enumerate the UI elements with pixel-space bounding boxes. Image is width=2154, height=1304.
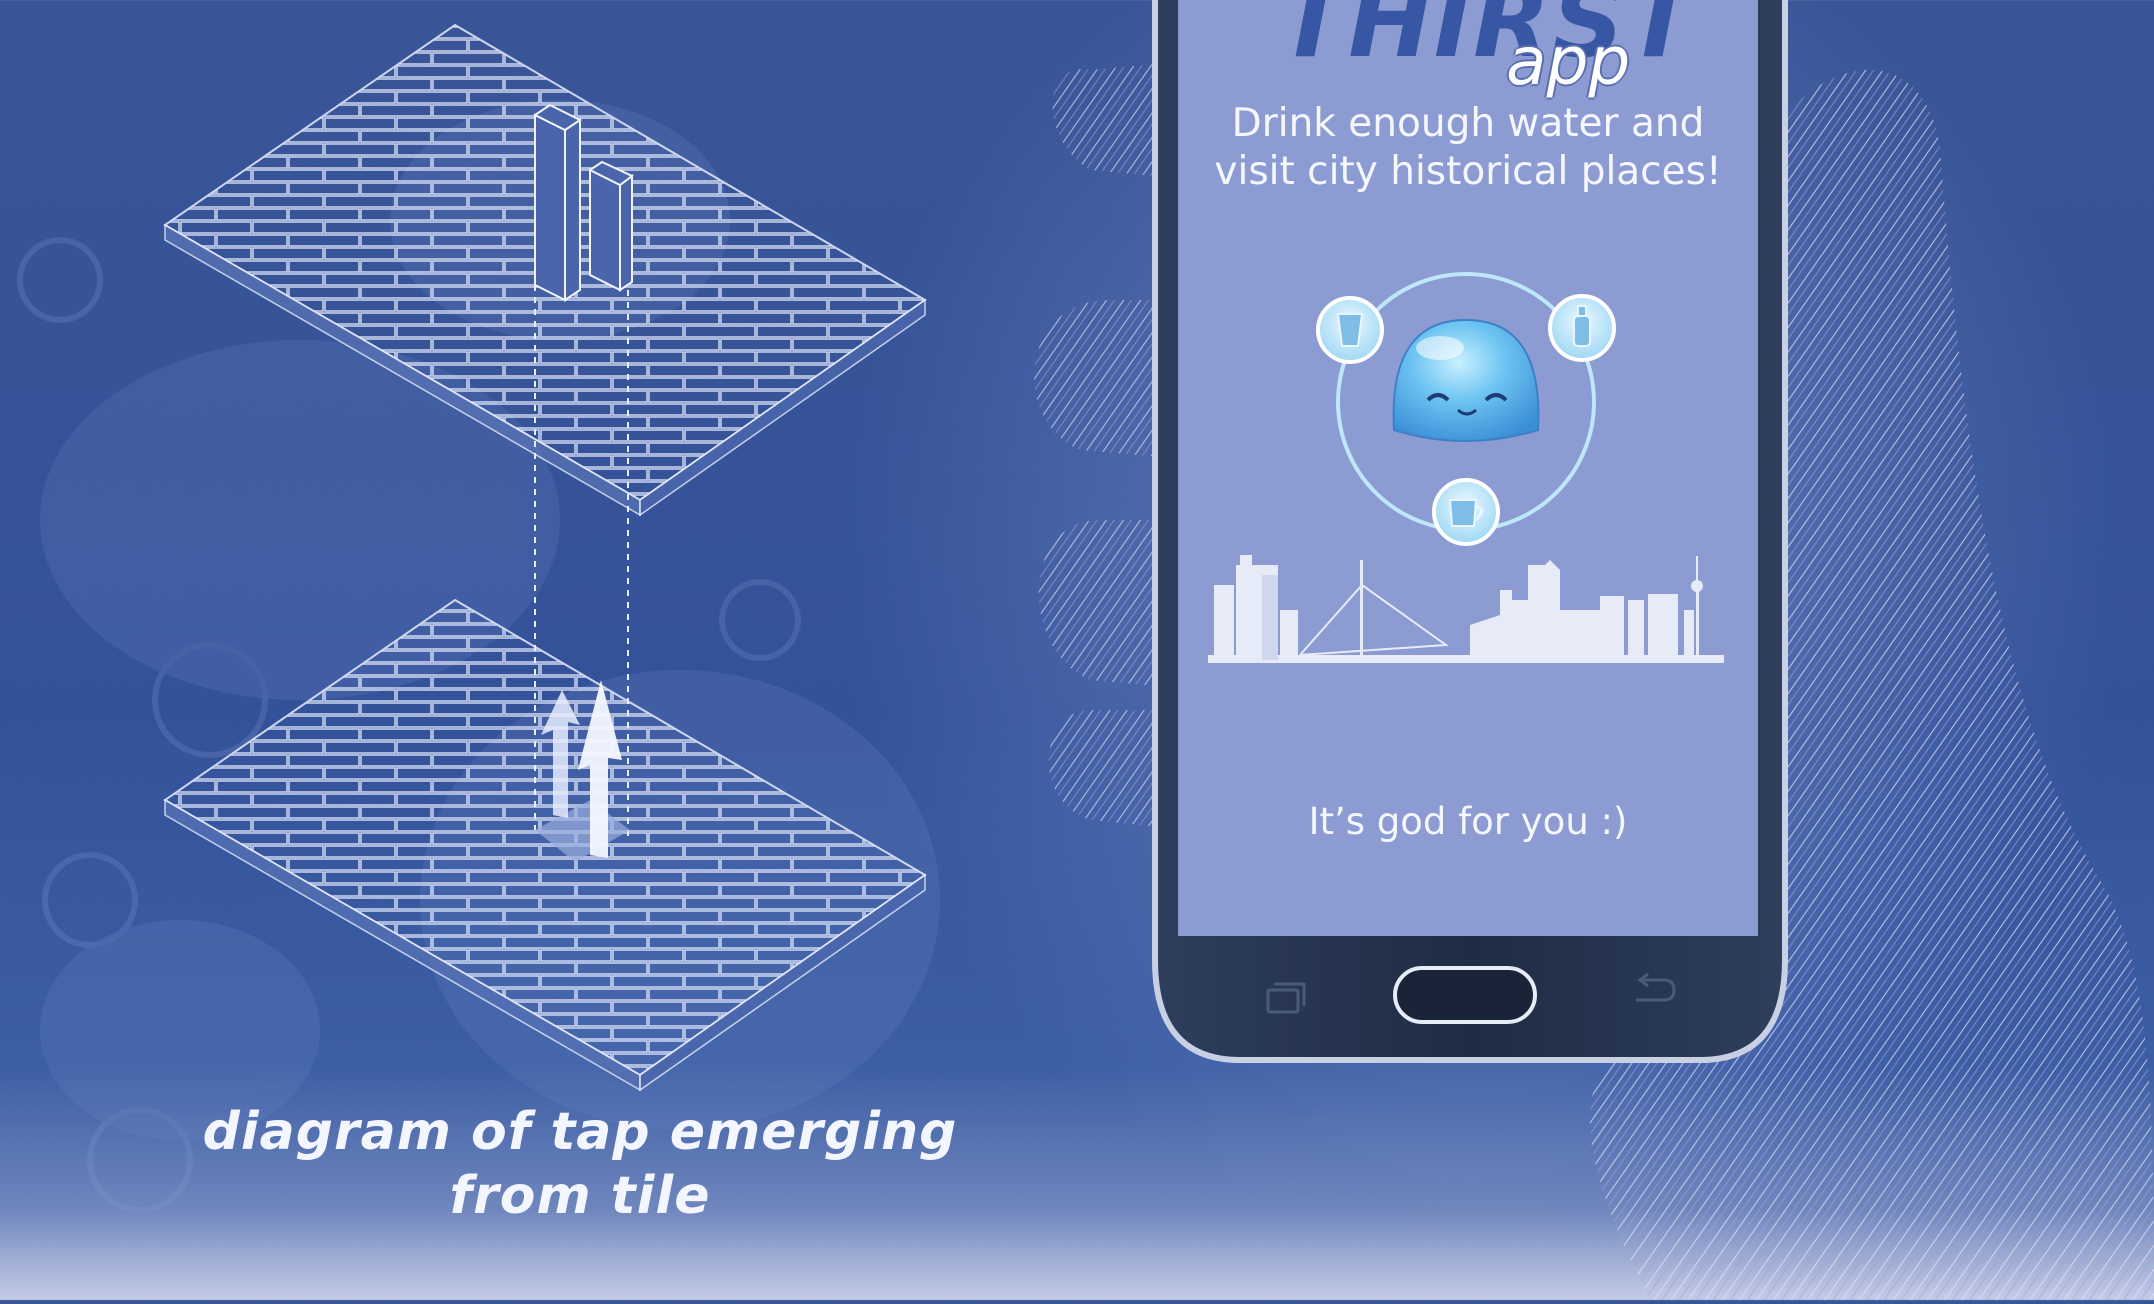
cup-icon: [1432, 478, 1500, 546]
poster: THIRST app Drink enough water and visit …: [0, 0, 2154, 1300]
glass-icon: [1316, 296, 1384, 364]
caption-line-1: diagram of tap emerging: [202, 1102, 958, 1162]
app-footer-message: It’s god for you :): [1308, 800, 1628, 843]
app-subtitle: app: [1506, 23, 1631, 100]
diagram-caption: diagram of tap emerging from tile: [140, 1100, 1020, 1228]
tagline-line-1: Drink enough water and: [1231, 101, 1705, 146]
water-drop-mascot: [1392, 318, 1540, 442]
bottle-icon: [1548, 294, 1616, 362]
caption-line-2: from tile: [449, 1166, 711, 1226]
home-button[interactable]: [1393, 966, 1537, 1024]
tagline-line-2: visit city historical places!: [1214, 149, 1722, 194]
app-tagline: Drink enough water and visit city histor…: [1178, 100, 1758, 196]
app-title: THIRST: [1278, 0, 1697, 80]
